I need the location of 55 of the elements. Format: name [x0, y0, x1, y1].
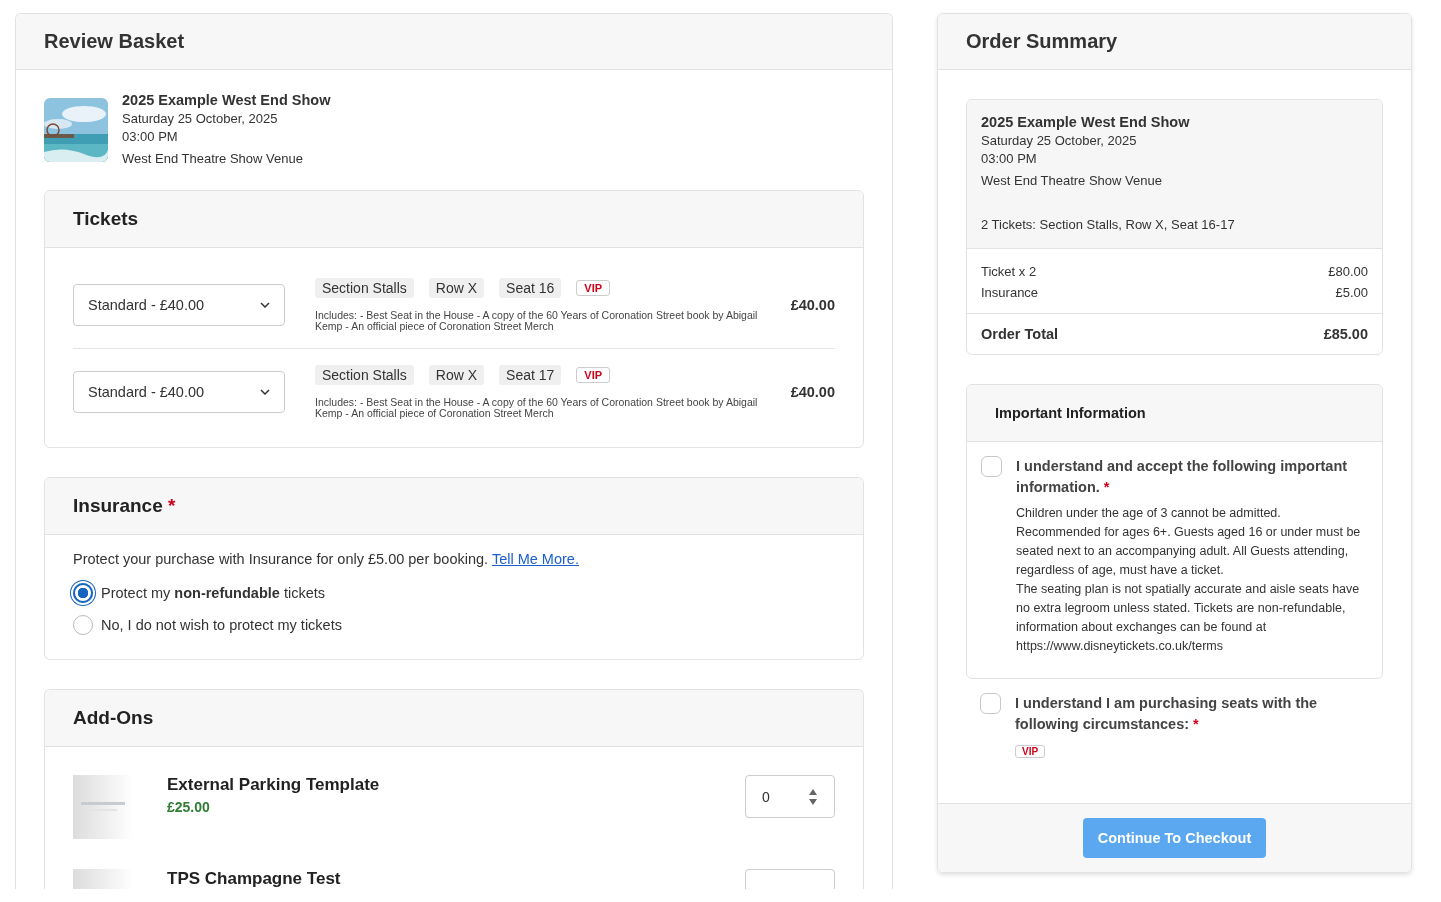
seat-tag: Row X — [428, 278, 485, 298]
quantity-field[interactable]: 0 — [745, 775, 835, 818]
vip-badge: VIP — [576, 280, 611, 296]
total-label: Order Total — [981, 326, 1059, 342]
tickets-line: 2 Tickets: Section Stalls, Row X, Seat 16-17 — [981, 216, 1236, 234]
seat-tag: Row X — [428, 365, 485, 385]
price-select[interactable]: Standard - £40.00 — [73, 371, 285, 413]
addon-name: TPS Champagne Test — [167, 869, 342, 889]
chevron-down-icon — [260, 302, 270, 308]
radio-button[interactable] — [73, 583, 93, 603]
vip-badge: VIP — [1015, 745, 1046, 758]
section-title: Add-Ons — [73, 707, 154, 729]
checkbox[interactable] — [981, 456, 1002, 477]
total-amount: £85.00 — [1323, 326, 1368, 342]
seat-tag: Section Stalls — [315, 365, 414, 385]
checkbox-label[interactable]: I understand and accept the following important information. * — [1016, 456, 1368, 498]
line-amount: £80.00 — [1328, 263, 1368, 281]
event-date: Saturday 25 October, 2025 — [122, 110, 279, 128]
seat-tag: Seat 16 — [499, 278, 562, 298]
vip-badge: VIP — [576, 367, 611, 383]
includes-text: Includes: - Best Seat in the House - A copy of the 60 Years of Coronation Street book by Abigail Kemp - An official piece of Coronation Street Merch — [315, 310, 759, 332]
seat-tag: Section Stalls — [315, 278, 414, 298]
panel-title: Order Summary — [966, 30, 1118, 53]
info-paragraph: Children under the age of 3 cannot be admitted. Recommended for ages 6+. Guests aged 16 or under must be seated next to an accompanying adult. All Guests attending, regardless of age, must have a ticket. — [1016, 505, 1362, 579]
addon-price: £25.00 — [167, 799, 211, 815]
radio-label[interactable]: No, I do not wish to protect my tickets — [101, 617, 342, 633]
price-select[interactable]: Standard - £40.00 — [73, 284, 285, 326]
addon-name: External Parking Template — [167, 775, 381, 795]
event-time: 03:00 PM — [981, 150, 1038, 168]
panel-title: Review Basket — [44, 30, 185, 53]
ticket-price: £40.00 — [790, 384, 835, 400]
spinner-icon — [808, 787, 818, 806]
seat-tag: Seat 17 — [499, 365, 562, 385]
event-venue: West End Theatre Show Venue — [981, 172, 1163, 190]
includes-text: Includes: - Best Seat in the House - A copy of the 60 Years of Coronation Street book by Abigail Kemp - An official piece of Coronation Street Merch — [315, 397, 759, 419]
ticket-price: £40.00 — [790, 297, 835, 313]
line-label: Insurance — [981, 284, 1039, 302]
line-label: Ticket x 2 — [981, 263, 1037, 281]
event-name: 2025 Example West End Show — [981, 113, 1191, 132]
event-date: Saturday 25 October, 2025 — [981, 132, 1138, 150]
checkbox-label[interactable]: I understand I am purchasing seats with the following circumstances: * — [1015, 693, 1369, 735]
event-venue: West End Theatre Show Venue — [122, 150, 304, 168]
chevron-down-icon — [260, 389, 270, 395]
info-paragraph: The seating plan is not spatially accurate and aisle seats have no extra legroom unless stated. Tickets are non-refundable, information about exchanges can be found at https://www.disneytickets.co.uk/terms — [1016, 581, 1361, 655]
radio-label[interactable]: Protect my non-refundable tickets — [101, 585, 325, 601]
insurance-text: Protect your purchase with Insurance for only £5.00 per booking. — [73, 551, 489, 567]
info-title: Important Information — [995, 405, 1146, 421]
required-mark: * — [168, 495, 176, 516]
tell-more-link[interactable]: Tell Me More. — [491, 551, 579, 567]
checkbox[interactable] — [980, 693, 1001, 714]
line-amount: £5.00 — [1335, 284, 1368, 302]
event-name: 2025 Example West End Show — [122, 91, 331, 110]
section-title: Insurance — [73, 495, 163, 516]
event-time: 03:00 PM — [122, 128, 179, 146]
section-title: Tickets — [73, 208, 139, 230]
